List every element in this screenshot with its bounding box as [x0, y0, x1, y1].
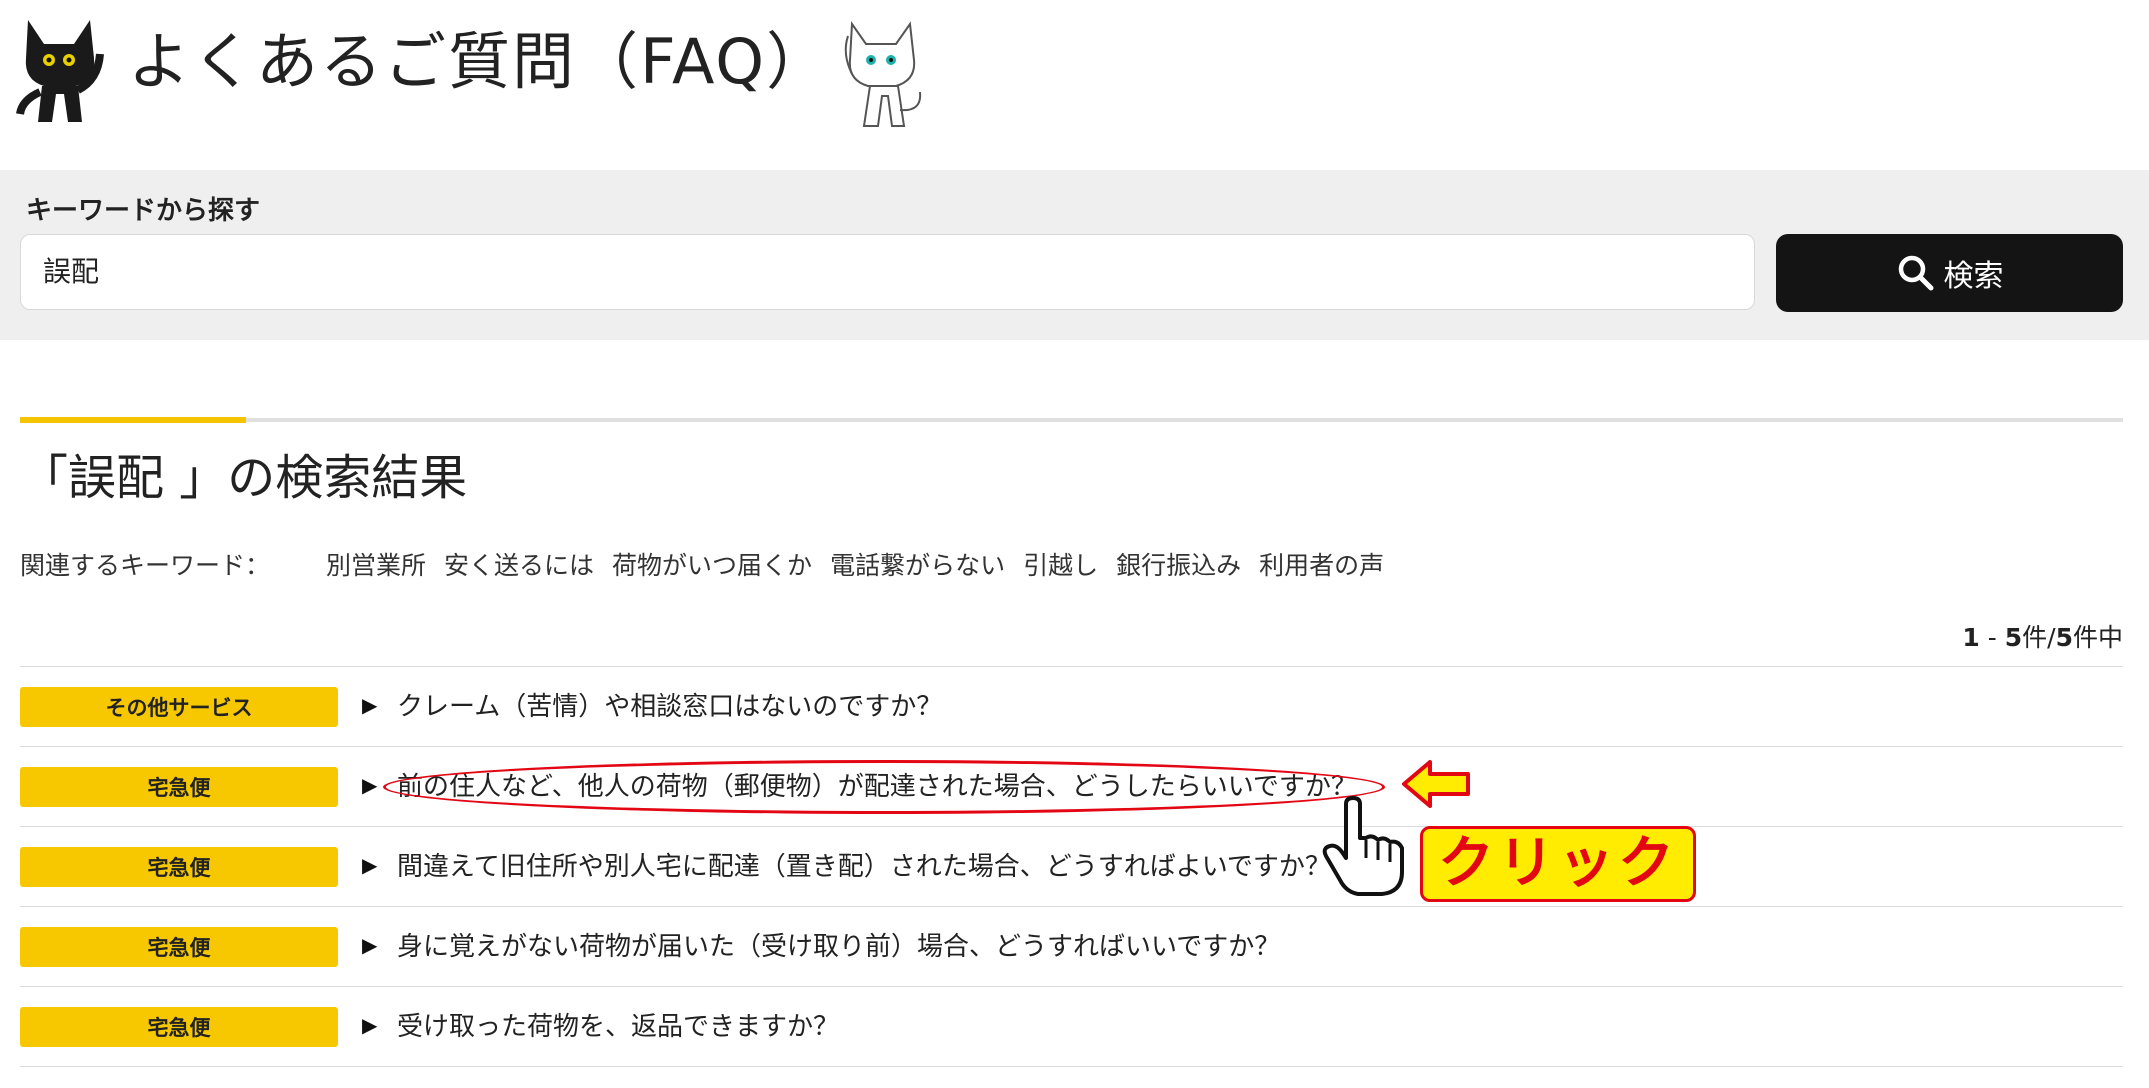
- related-keyword[interactable]: 引越し: [1023, 546, 1098, 582]
- triangle-right-icon: ▶: [362, 1013, 378, 1037]
- white-cat-mascot-icon: [844, 21, 922, 127]
- faq-question-link[interactable]: 受け取った荷物を、返品できますか？: [397, 1007, 839, 1047]
- hand-pointer-icon: [1322, 796, 1404, 896]
- section-divider: [20, 418, 2123, 422]
- related-keyword[interactable]: 電話繋がらない: [830, 546, 1005, 582]
- count-start: 1: [1962, 623, 1980, 652]
- faq-row: 宅急便 ▶ 間違えて旧住所や別人宅に配達（置き配）された場合、どうすればよいです…: [20, 826, 2123, 906]
- page-header: よくあるご質問（FAQ）: [0, 0, 2149, 170]
- category-badge: 宅急便: [20, 767, 338, 807]
- faq-question-link[interactable]: 間違えて旧住所や別人宅に配達（置き配）された場合、どうすればよいですか？: [397, 847, 1331, 887]
- faq-row: 宅急便 ▶ 受け取った荷物を、返品できますか？: [20, 986, 2123, 1067]
- faq-row: 宅急便 ▶ 身に覚えがない荷物が届いた（受け取り前）場合、どうすればいいですか？: [20, 906, 2123, 986]
- section-divider-accent: [20, 417, 246, 423]
- category-badge: 宅急便: [20, 847, 338, 887]
- count-sep: -: [1979, 623, 2005, 652]
- faq-question-link[interactable]: 身に覚えがない荷物が届いた（受け取り前）場合、どうすればいいですか？: [397, 927, 1280, 967]
- related-keyword[interactable]: 銀行振込み: [1116, 546, 1241, 582]
- black-cat-mascot-icon: [16, 20, 104, 122]
- count-end: 5: [2004, 623, 2023, 652]
- related-keyword[interactable]: 利用者の声: [1259, 546, 1384, 582]
- search-button-label: 検索: [1943, 259, 2004, 294]
- search-icon: [1898, 255, 1933, 291]
- faq-row: その他サービス ▶ クレーム（苦情）や相談窓口はないのですか？: [20, 666, 2123, 746]
- related-keywords: 関連するキーワード： 別営業所 安く送るには 荷物がいつ届くか 電話繋がらない …: [20, 546, 1402, 582]
- related-keyword[interactable]: 荷物がいつ届くか: [612, 546, 812, 582]
- count-suffix: 件中: [2072, 623, 2123, 652]
- faq-results-list: その他サービス ▶ クレーム（苦情）や相談窓口はないのですか？ 宅急便 ▶ 前の…: [20, 666, 2123, 1067]
- count-unit: 件/: [2022, 623, 2056, 652]
- results-title: 「誤配 」の検索結果: [20, 450, 468, 506]
- related-keywords-label: 関連するキーワード：: [20, 551, 271, 580]
- search-label: キーワードから探す: [26, 196, 261, 226]
- related-keyword[interactable]: 安く送るには: [444, 546, 594, 582]
- triangle-right-icon: ▶: [362, 853, 378, 877]
- related-keyword[interactable]: 別営業所: [326, 546, 426, 582]
- triangle-right-icon: ▶: [362, 773, 378, 797]
- faq-question-link[interactable]: クレーム（苦情）や相談窓口はないのですか？: [397, 687, 942, 727]
- category-badge: その他サービス: [20, 687, 338, 727]
- triangle-right-icon: ▶: [362, 693, 378, 717]
- count-total: 5: [2055, 623, 2073, 652]
- category-badge: 宅急便: [20, 927, 338, 967]
- click-annotation-label: クリック: [1420, 826, 1696, 902]
- result-count: 1 - 5件/5件中: [1962, 618, 2123, 654]
- search-panel: キーワードから探す 誤配 検索: [0, 170, 2149, 340]
- page-title: よくあるご質問（FAQ）: [128, 25, 831, 98]
- search-input[interactable]: 誤配: [20, 234, 1755, 310]
- highlight-oval: [383, 760, 1385, 814]
- category-badge: 宅急便: [20, 1007, 338, 1047]
- triangle-right-icon: ▶: [362, 933, 378, 957]
- search-button[interactable]: 検索: [1776, 234, 2123, 312]
